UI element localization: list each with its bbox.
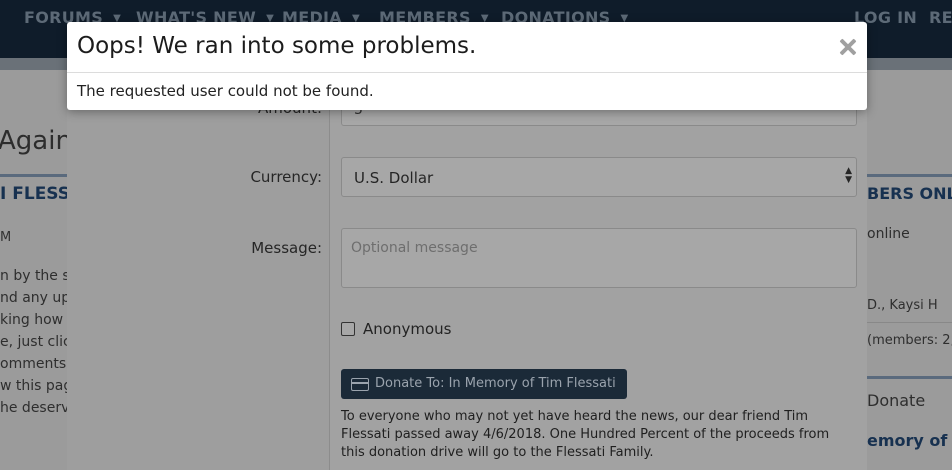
body-text-line: king how t <box>0 312 67 328</box>
error-message: The requested user could not be found. <box>77 82 374 100</box>
sidebar-right: BERS ONL online D., Kaysi H (members: 2,… <box>867 70 952 470</box>
donate-heading[interactable]: Donate <box>867 391 925 410</box>
error-overlay: Oops! We ran into some problems. The req… <box>67 22 867 110</box>
anonymous-checkbox[interactable] <box>341 322 355 336</box>
page-content-left: Against I FLESSA M n by the su nd any up… <box>0 70 67 470</box>
page-title: Against <box>0 126 67 156</box>
donation-description: To everyone who may not yet have heard t… <box>341 409 830 460</box>
body-text-line: omments f <box>0 356 67 372</box>
currency-select[interactable]: U.S. Dollar ▲ ▼ <box>341 157 857 197</box>
currency-selected-value: U.S. Dollar <box>354 169 434 187</box>
online-summary: (members: 2, g <box>867 333 952 348</box>
divider <box>867 376 952 379</box>
message-placeholder: Optional message <box>351 240 478 256</box>
divider <box>0 174 67 177</box>
body-text-line: n by the su <box>0 268 67 284</box>
form-label-column <box>67 58 330 470</box>
register-link[interactable]: REG <box>929 8 952 27</box>
close-icon[interactable] <box>837 36 859 58</box>
donate-button[interactable]: Donate To: In Memory of Tim Flessati <box>341 369 627 399</box>
donation-campaign-title[interactable]: emory of Ti <box>867 431 952 450</box>
body-text-line: he deserve <box>0 400 67 416</box>
anonymous-label[interactable]: Anonymous <box>363 320 451 338</box>
message-textarea[interactable]: Optional message <box>341 228 857 288</box>
divider <box>67 72 867 73</box>
online-count: online <box>867 226 910 242</box>
body-text-line: nd any upd <box>0 290 67 306</box>
credit-card-icon <box>351 378 369 391</box>
body-text-line: w this page <box>0 378 67 394</box>
donate-button-label: Donate To: In Memory of Tim Flessati <box>375 376 616 391</box>
online-names: D., Kaysi H <box>867 298 938 313</box>
block-heading: I FLESSA <box>0 184 67 204</box>
divider <box>867 174 952 177</box>
error-title: Oops! We ran into some problems. <box>77 33 477 59</box>
members-online-heading: BERS ONL <box>867 184 952 203</box>
divider <box>867 322 952 323</box>
select-arrows-icon: ▲ ▼ <box>845 166 852 185</box>
currency-label: Currency: <box>250 168 322 186</box>
body-text-line: e, just click <box>0 334 67 350</box>
block-meta: M <box>0 230 12 245</box>
message-label: Message: <box>251 239 322 257</box>
donation-modal: Amount: 5 Currency: U.S. Dollar ▲▼ Messa… <box>67 58 867 470</box>
